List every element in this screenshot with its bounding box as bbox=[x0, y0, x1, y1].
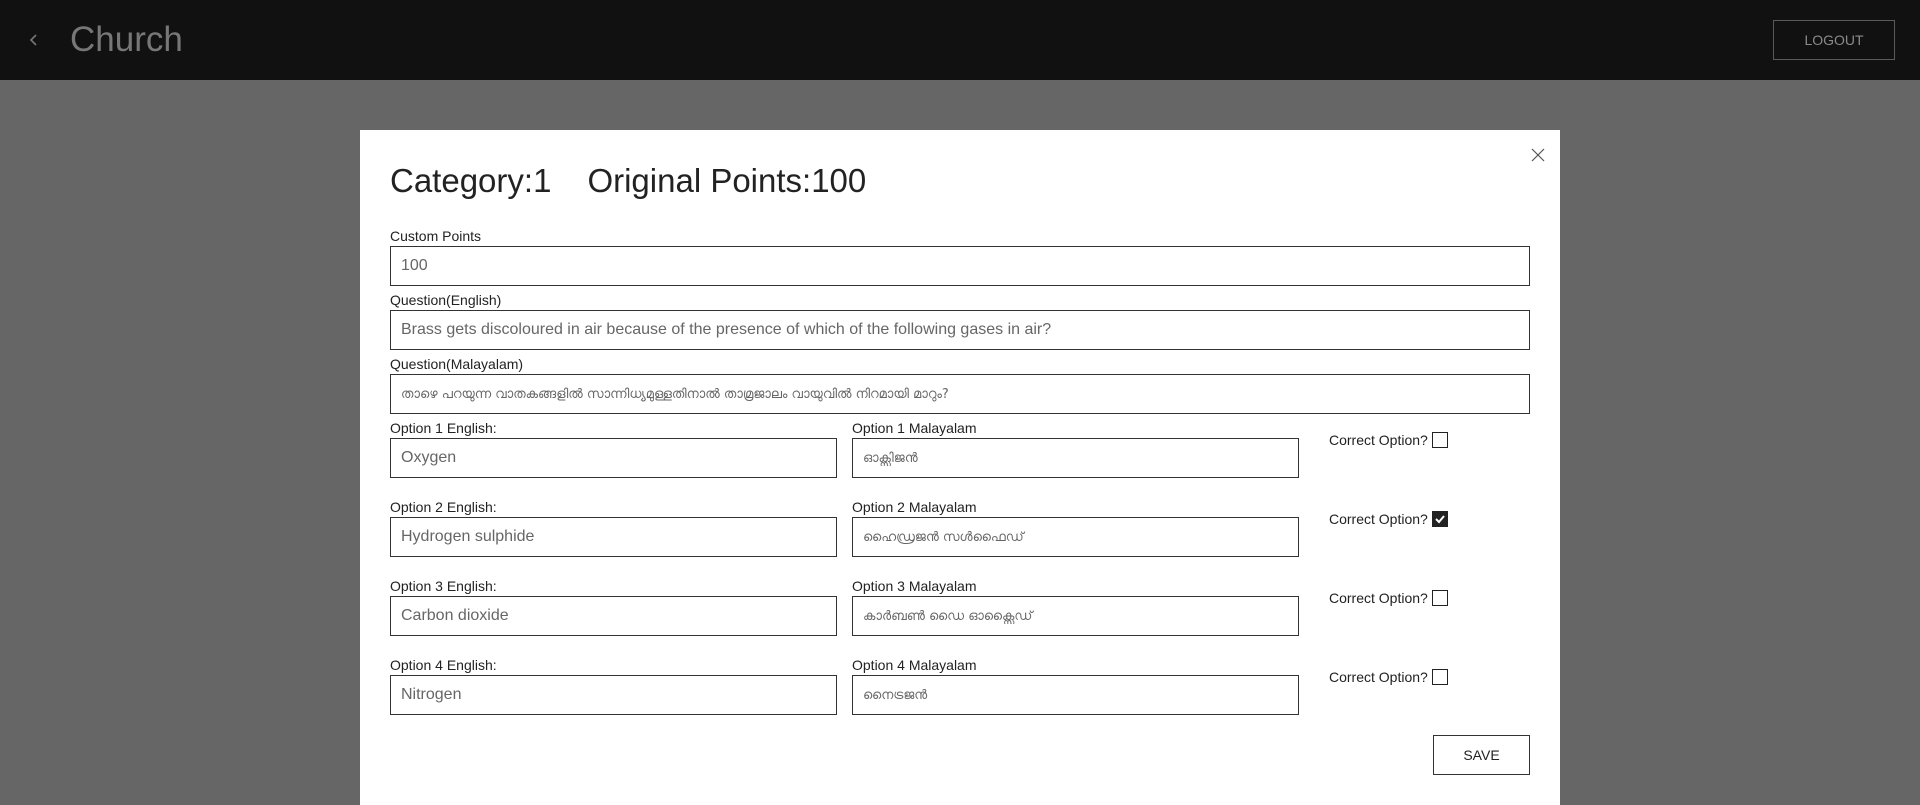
correct-option-label: Correct Option? bbox=[1329, 669, 1428, 685]
option-3-english-input[interactable] bbox=[390, 596, 837, 636]
option-2-english-label: Option 2 English: bbox=[390, 499, 497, 515]
option-1-malayalam-input[interactable] bbox=[852, 438, 1299, 478]
option-3-malayalam-label: Option 3 Malayalam bbox=[852, 578, 977, 594]
correct-option-label: Correct Option? bbox=[1329, 590, 1428, 606]
custom-points-input[interactable] bbox=[390, 246, 1530, 286]
edit-question-dialog: Category:1 Original Points:100 Custom Poi… bbox=[360, 130, 1560, 805]
checkmark-icon bbox=[1435, 515, 1445, 524]
category-text: Category:1 bbox=[390, 162, 552, 199]
question-english-label: Question(English) bbox=[390, 292, 502, 308]
option-4-malayalam-input[interactable] bbox=[852, 675, 1299, 715]
option-4-malayalam-label: Option 4 Malayalam bbox=[852, 657, 977, 673]
save-button[interactable]: SAVE bbox=[1433, 735, 1530, 775]
option-4-english-label: Option 4 English: bbox=[390, 657, 497, 673]
option-1-english-input[interactable] bbox=[390, 438, 837, 478]
option-3-correct-checkbox[interactable] bbox=[1431, 590, 1448, 606]
option-3-correct-toggle[interactable]: Correct Option? bbox=[1329, 590, 1448, 606]
option-3-english-label: Option 3 English: bbox=[390, 578, 497, 594]
logout-button[interactable]: LOGOUT bbox=[1773, 20, 1895, 60]
option-2-malayalam-input[interactable] bbox=[852, 517, 1299, 557]
app-title: Church bbox=[70, 20, 183, 59]
option-3-malayalam-input[interactable] bbox=[852, 596, 1299, 636]
option-1-malayalam-label: Option 1 Malayalam bbox=[852, 420, 977, 436]
modal-backdrop[interactable]: Category:1 Original Points:100 Custom Poi… bbox=[0, 80, 1920, 805]
back-button[interactable] bbox=[22, 28, 46, 52]
correct-option-label: Correct Option? bbox=[1329, 432, 1428, 448]
custom-points-label: Custom Points bbox=[390, 228, 482, 244]
question-malayalam-label: Question(Malayalam) bbox=[390, 356, 524, 372]
dialog-heading: Category:1 Original Points:100 bbox=[390, 160, 866, 202]
option-2-correct-toggle[interactable]: Correct Option? bbox=[1329, 511, 1448, 527]
question-malayalam-input[interactable] bbox=[390, 374, 1530, 414]
original-points-text: Original Points:100 bbox=[587, 162, 867, 199]
top-app-bar: Church LOGOUT bbox=[0, 0, 1920, 80]
option-4-english-input[interactable] bbox=[390, 675, 837, 715]
chevron-left-icon bbox=[29, 34, 37, 46]
option-4-correct-checkbox[interactable] bbox=[1431, 669, 1448, 685]
option-2-correct-checkbox[interactable] bbox=[1431, 511, 1448, 527]
option-4-correct-toggle[interactable]: Correct Option? bbox=[1329, 669, 1448, 685]
option-1-english-label: Option 1 English: bbox=[390, 420, 497, 436]
question-english-input[interactable] bbox=[390, 310, 1530, 350]
option-1-correct-checkbox[interactable] bbox=[1431, 432, 1448, 448]
close-button[interactable] bbox=[1527, 144, 1549, 166]
option-2-malayalam-label: Option 2 Malayalam bbox=[852, 499, 977, 515]
close-icon bbox=[1531, 148, 1545, 162]
option-2-english-input[interactable] bbox=[390, 517, 837, 557]
correct-option-label: Correct Option? bbox=[1329, 511, 1428, 527]
option-1-correct-toggle[interactable]: Correct Option? bbox=[1329, 432, 1448, 448]
